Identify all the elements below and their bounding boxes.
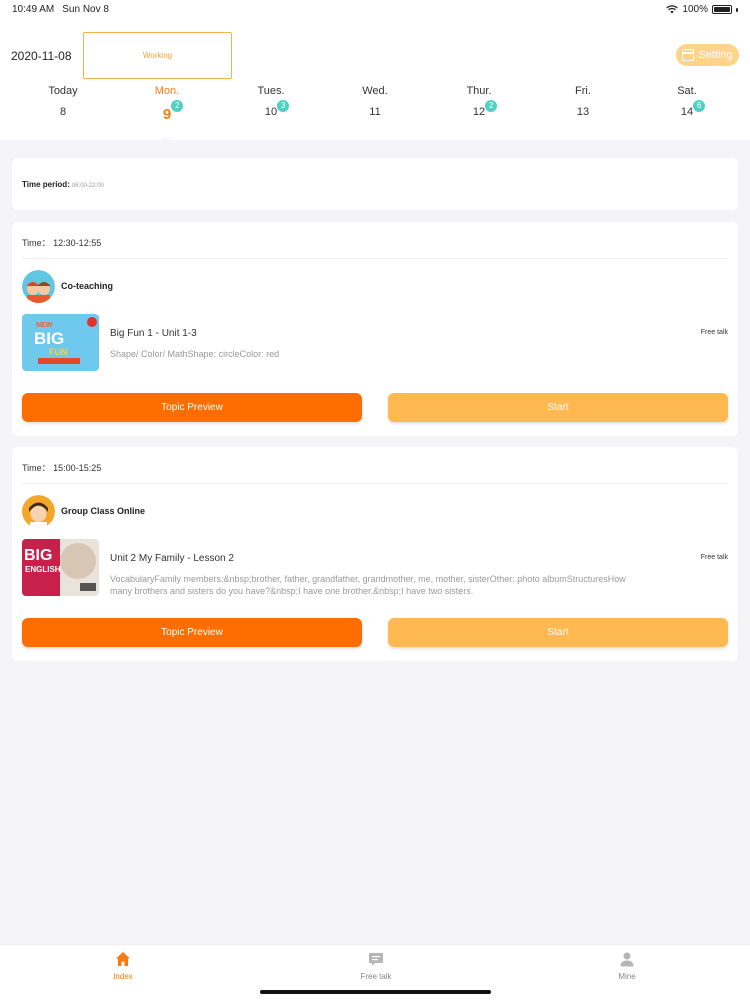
day-mon[interactable]: Mon. 92 — [115, 84, 219, 141]
day-name: Today — [48, 85, 78, 97]
tab-index[interactable]: Index — [83, 951, 163, 981]
week-day-selector: Today 8 Mon. 92 Tues. 10 3 Wed. 11 Thur. … — [11, 84, 739, 141]
lesson-time: Time： 12:30-12:55 — [22, 238, 102, 248]
day-number: 8 — [59, 106, 67, 118]
day-sat[interactable]: Sat. 14 6 — [635, 84, 739, 134]
course-book-thumbnail: BIG ENGLISH — [22, 539, 99, 596]
day-number: 92 — [163, 100, 184, 123]
tab-label: Index — [113, 972, 133, 981]
day-number: 10 3 — [265, 100, 290, 118]
start-button[interactable]: Start — [388, 393, 728, 422]
lesson-title: Big Fun 1 - Unit 1-3 — [110, 328, 197, 339]
day-number: 14 6 — [681, 100, 706, 118]
day-name: Fri. — [575, 85, 591, 97]
wifi-icon — [666, 5, 679, 14]
divider — [22, 483, 728, 484]
day-name: Wed. — [362, 85, 388, 97]
battery-tip — [736, 7, 738, 12]
topic-preview-button[interactable]: Topic Preview — [22, 618, 362, 647]
day-name: Sat. — [677, 85, 697, 97]
day-wed[interactable]: Wed. 11 — [323, 84, 427, 134]
battery-icon — [712, 5, 732, 14]
svg-text:ENGLISH: ENGLISH — [25, 565, 61, 574]
selected-day-indicator — [163, 135, 171, 141]
start-button[interactable]: Start — [388, 618, 728, 647]
day-name: Tues. — [257, 85, 285, 97]
svg-text:BIG: BIG — [34, 329, 64, 348]
setting-button[interactable]: Setting — [676, 44, 739, 66]
lesson-tag: Free talk — [700, 554, 728, 561]
day-number: 13 — [576, 106, 590, 118]
chat-icon — [369, 953, 383, 966]
home-indicator[interactable] — [260, 990, 491, 994]
setting-label: Setting — [698, 49, 733, 61]
current-date: 2020-11-08 — [11, 49, 72, 63]
teachers-avatar — [22, 270, 55, 303]
status-time: 10:49 AM — [12, 4, 55, 15]
lesson-card: Time： 12:30-12:55 Co-teaching NEW BIG FU… — [12, 222, 738, 436]
person-icon — [620, 952, 634, 967]
class-count-badge: 3 — [277, 100, 290, 112]
lesson-tag: Free talk — [700, 329, 728, 336]
class-count-badge: 2 — [485, 100, 498, 112]
time-period-card: Time period: 06:00-22:00 — [12, 158, 738, 210]
topic-preview-button[interactable]: Topic Preview — [22, 393, 362, 422]
tab-mine[interactable]: Mine — [587, 951, 667, 981]
day-fri[interactable]: Fri. 13 — [531, 84, 635, 134]
time-period: Time period: 06:00-22:00 — [22, 180, 104, 189]
svg-text:BIG: BIG — [24, 547, 52, 564]
svg-text:NEW: NEW — [36, 322, 53, 329]
lesson-description: VocabularyFamily members:&nbsp;brother, … — [110, 574, 626, 596]
teacher-avatar — [22, 495, 55, 528]
day-name: Mon. — [154, 85, 180, 97]
lesson-description: Shape/ Color/ MathShape: circleColor: re… — [110, 349, 280, 359]
tab-label: Mine — [618, 972, 636, 981]
class-type: Co-teaching — [61, 281, 114, 291]
lesson-title: Unit 2 My Family - Lesson 2 — [110, 553, 234, 564]
day-number: 12 2 — [473, 100, 498, 118]
day-tue[interactable]: Tues. 10 3 — [219, 84, 323, 134]
calendar-icon — [682, 49, 695, 61]
status-date: Sun Nov 8 — [62, 4, 109, 15]
class-count-badge: 6 — [693, 100, 706, 112]
battery-percent: 100% — [682, 4, 708, 15]
status-bar: 10:49 AM Sun Nov 8 100% — [0, 0, 750, 18]
day-number: 11 — [369, 106, 381, 118]
lesson-time: Time： 15:00-15:25 — [22, 463, 102, 473]
svg-text:FUN: FUN — [49, 347, 68, 357]
home-icon — [116, 952, 130, 966]
divider — [22, 258, 728, 259]
lesson-card: Time： 15:00-15:25 Group Class Online BIG… — [12, 447, 738, 661]
tab-free-talk[interactable]: Free talk — [336, 951, 416, 981]
header: 2020-11-08 Working Setting Today 8 Mon. … — [0, 18, 750, 141]
class-count-badge: 2 — [171, 100, 184, 112]
course-book-thumbnail: NEW BIG FUN — [22, 314, 99, 371]
day-thu[interactable]: Thur. 12 2 — [427, 84, 531, 134]
day-name: Thur. — [466, 85, 492, 97]
working-status-box[interactable]: Working — [83, 32, 232, 79]
time-period-value: 06:00-22:00 — [71, 183, 104, 189]
class-type: Group Class Online — [61, 506, 146, 516]
day-today[interactable]: Today 8 — [11, 84, 115, 134]
tab-label: Free talk — [360, 972, 392, 981]
